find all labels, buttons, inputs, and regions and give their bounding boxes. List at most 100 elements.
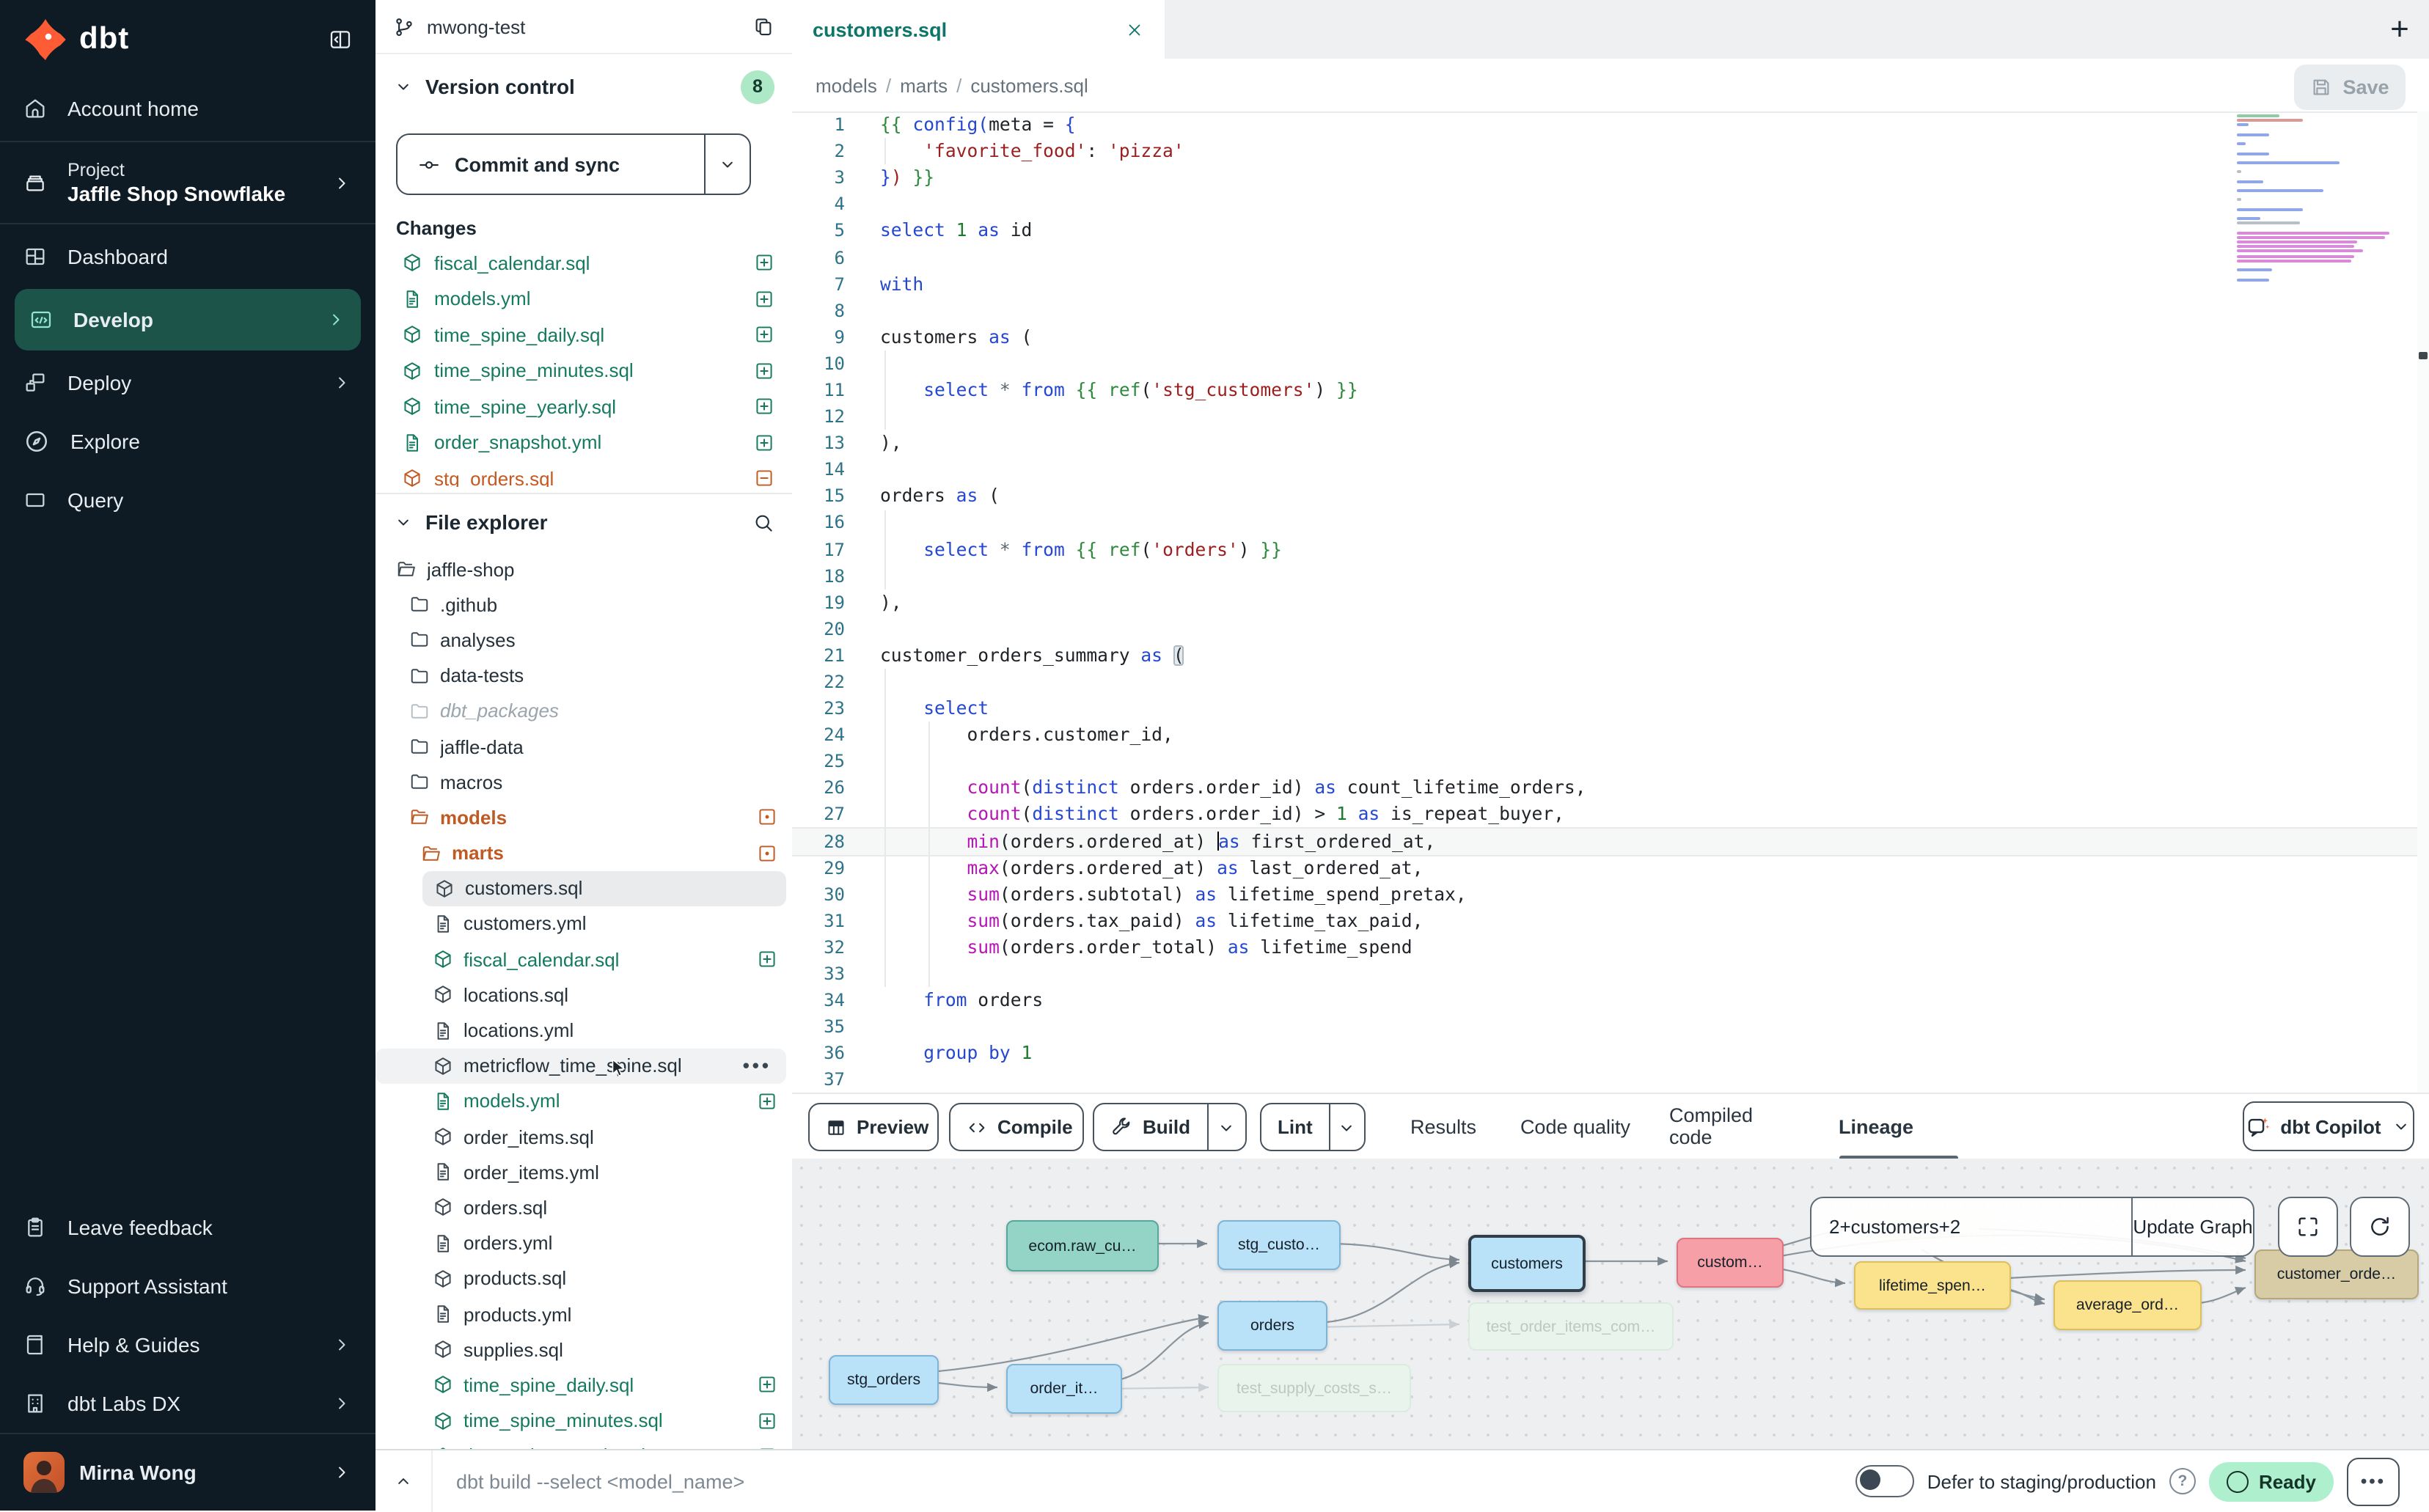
tree-item--github[interactable]: .github (375, 587, 792, 622)
code-line-3[interactable]: 3}) }} (792, 164, 2429, 191)
tree-item-customers-sql[interactable]: customers.sql (422, 870, 786, 906)
stage-change-icon[interactable] (757, 1091, 777, 1112)
code-line-9[interactable]: 9customers as ( (792, 324, 2429, 351)
change-item[interactable]: time_spine_daily.sql (375, 317, 792, 353)
change-item[interactable]: stg_orders.sql (375, 460, 792, 487)
stage-change-icon[interactable] (754, 433, 774, 453)
dbt-copilot-button[interactable]: dbt Copilot (2243, 1101, 2414, 1151)
stage-change-icon[interactable] (757, 949, 777, 969)
sidebar-item-develop[interactable]: Develop (15, 289, 361, 351)
lineage-node-customers[interactable]: customers (1468, 1235, 1586, 1292)
sidebar-item-query[interactable]: Query (0, 471, 375, 529)
change-item[interactable]: time_spine_minutes.sql (375, 353, 792, 389)
build-button[interactable]: Build (1093, 1103, 1247, 1151)
user-menu[interactable]: Mirna Wong (0, 1433, 375, 1511)
code-line-12[interactable]: 12 (792, 403, 2429, 430)
stage-change-icon[interactable] (757, 1375, 777, 1395)
change-item[interactable]: models.yml (375, 281, 792, 317)
search-icon[interactable] (752, 511, 774, 533)
tree-item-products-yml[interactable]: products.yml (375, 1296, 792, 1332)
tree-item-metricflow-time-spine-sql[interactable]: metricflow_time_spine.sql••• (375, 1048, 786, 1083)
breadcrumb-segment[interactable]: customers.sql (970, 74, 1088, 96)
lineage-node-average-order[interactable]: average_ord… (2054, 1280, 2202, 1330)
collapse-panel-button[interactable] (375, 1450, 433, 1512)
lineage-node-orders[interactable]: orders (1217, 1301, 1327, 1351)
tree-item-time-spine-minutes-sql[interactable]: time_spine_minutes.sql (375, 1403, 792, 1438)
lineage-node-ecom-raw[interactable]: ecom.raw_cu… (1006, 1220, 1159, 1271)
tree-item-models[interactable]: models (375, 800, 792, 835)
code-line-8[interactable]: 8 (792, 297, 2429, 323)
code-line-7[interactable]: 7with (792, 271, 2429, 297)
code-line-31[interactable]: 31 sum(orders.tax_paid) as lifetime_tax_… (792, 908, 2429, 934)
tree-item-locations-sql[interactable]: locations.sql (375, 977, 792, 1013)
code-line-34[interactable]: 34 from orders (792, 987, 2429, 1013)
tree-item-order-items-sql[interactable]: order_items.sql (375, 1119, 792, 1154)
tree-item-jaffle-data[interactable]: jaffle-data (375, 729, 792, 764)
save-button[interactable]: Save (2294, 65, 2406, 110)
unstage-change-icon[interactable] (754, 469, 774, 488)
code-line-18[interactable]: 18 (792, 562, 2429, 589)
build-dropdown-toggle[interactable] (1206, 1104, 1245, 1150)
code-line-33[interactable]: 33 (792, 961, 2429, 987)
code-line-2[interactable]: 2 'favorite_food': 'pizza' (792, 138, 2429, 164)
change-item[interactable]: order_snapshot.yml (375, 425, 792, 460)
code-line-20[interactable]: 20 (792, 616, 2429, 642)
code-line-4[interactable]: 4 (792, 191, 2429, 218)
stage-change-icon[interactable] (754, 325, 774, 345)
tree-item-locations-yml[interactable]: locations.yml (375, 1013, 792, 1048)
close-icon[interactable] (1125, 20, 1144, 39)
more-options-button[interactable]: ••• (2347, 1457, 2400, 1505)
code-line-16[interactable]: 16 (792, 510, 2429, 536)
code-line-24[interactable]: 24 orders.customer_id, (792, 722, 2429, 748)
refresh-graph-button[interactable] (2350, 1197, 2410, 1257)
code-line-10[interactable]: 10 (792, 351, 2429, 377)
tree-item-marts[interactable]: marts (375, 835, 792, 870)
editor-scrollbar[interactable] (2417, 111, 2429, 1093)
sidebar-item-leave-feedback[interactable]: Leave feedback (0, 1198, 375, 1257)
sidebar-item-deploy[interactable]: Deploy (0, 353, 375, 412)
stage-change-icon[interactable] (757, 1410, 777, 1431)
file-explorer-header[interactable]: File explorer (375, 500, 792, 544)
tree-item-time-spine-yearly-sql[interactable]: time_spine_yearly.sql (375, 1438, 792, 1449)
sidebar-item-explore[interactable]: Explore (0, 412, 375, 471)
defer-toggle[interactable] (1855, 1465, 1914, 1497)
lineage-node-stg-customers[interactable]: stg_custo… (1217, 1220, 1341, 1270)
lineage-node-customer-orders[interactable]: customer_orde… (2254, 1249, 2419, 1299)
code-line-1[interactable]: 1{{ config(meta = { (792, 111, 2429, 138)
collapse-sidebar-icon[interactable] (329, 28, 352, 51)
code-line-6[interactable]: 6 (792, 244, 2429, 271)
minimap[interactable] (2237, 114, 2410, 287)
stage-change-icon[interactable] (754, 397, 774, 417)
stage-change-icon[interactable] (754, 253, 774, 274)
lineage-node-order-items[interactable]: order_it… (1006, 1364, 1122, 1414)
stage-change-icon[interactable] (754, 289, 774, 309)
tree-item-dbt-packages[interactable]: dbt_packages (375, 694, 792, 729)
sidebar-item-project[interactable]: ProjectJaffle Shop Snowflake (0, 145, 375, 220)
tree-item-orders-yml[interactable]: orders.yml (375, 1225, 792, 1260)
commit-dropdown-toggle[interactable] (706, 135, 750, 194)
item-menu-button[interactable]: ••• (743, 1054, 772, 1076)
tab-customers-sql[interactable]: customers.sql (792, 0, 1165, 59)
lineage-node-test-supply-costs[interactable]: test_supply_costs_s… (1217, 1364, 1411, 1412)
breadcrumb-segment[interactable]: marts (900, 74, 948, 96)
sidebar-item-help-guides[interactable]: Help & Guides (0, 1315, 375, 1374)
code-line-36[interactable]: 36 group by 1 (792, 1041, 2429, 1067)
commit-and-sync-button[interactable]: Commit and sync (396, 133, 751, 195)
tab-code-quality[interactable]: Code quality (1517, 1094, 1634, 1159)
tree-item-products-sql[interactable]: products.sql (375, 1261, 792, 1296)
code-line-25[interactable]: 25 (792, 749, 2429, 775)
code-line-27[interactable]: 27 count(distinct orders.order_id) > 1 a… (792, 801, 2429, 828)
tab-lineage[interactable]: Lineage (1817, 1094, 1935, 1159)
tree-item-fiscal-calendar-sql[interactable]: fiscal_calendar.sql (375, 942, 792, 977)
code-line-11[interactable]: 11 select * from {{ ref('stg_customers')… (792, 377, 2429, 403)
code-line-17[interactable]: 17 select * from {{ ref('orders') }} (792, 536, 2429, 562)
command-input[interactable]: dbt build --select <model_name> (433, 1470, 1855, 1492)
preview-button[interactable]: Preview (808, 1103, 939, 1151)
lineage-node-customers-removed[interactable]: custom… (1677, 1238, 1784, 1288)
code-line-35[interactable]: 35 (792, 1013, 2429, 1040)
code-line-23[interactable]: 23 select (792, 695, 2429, 722)
code-line-15[interactable]: 15orders as ( (792, 483, 2429, 510)
lineage-node-lifetime-spend[interactable]: lifetime_spen… (1854, 1261, 2011, 1310)
tree-item-order-items-yml[interactable]: order_items.yml (375, 1154, 792, 1189)
code-line-37[interactable]: 37 (792, 1067, 2429, 1093)
